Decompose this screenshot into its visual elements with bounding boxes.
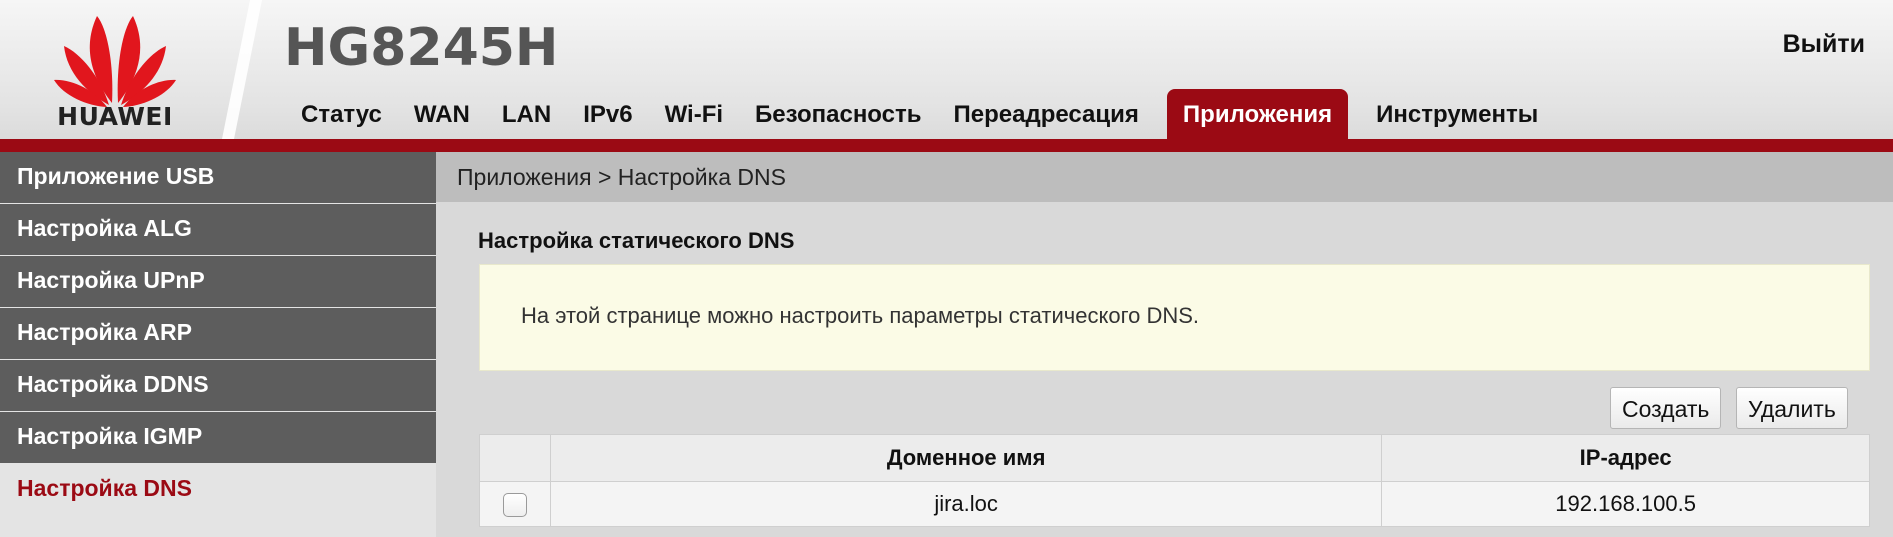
tab-forwarding[interactable]: Переадресация [938, 89, 1155, 141]
sidebar-item-igmp[interactable]: Настройка IGMP [0, 412, 436, 464]
tab-tools[interactable]: Инструменты [1360, 89, 1554, 141]
create-button[interactable]: Создать [1610, 387, 1722, 429]
tab-status[interactable]: Статус [285, 89, 398, 141]
delete-button[interactable]: Удалить [1736, 387, 1848, 429]
huawei-petals-icon [54, 16, 176, 107]
header-accent-bar [0, 139, 1893, 152]
sidebar-item-alg[interactable]: Настройка ALG [0, 204, 436, 256]
table-header-row: Доменное имя IP-адрес [479, 434, 1870, 482]
brand-name: HUAWEI [57, 102, 173, 131]
select-column-header [479, 434, 551, 482]
header-divider [222, 0, 262, 139]
domain-column-header: Доменное имя [549, 434, 1383, 482]
sidebar: Приложение USB Настройка ALG Настройка U… [0, 152, 436, 537]
breadcrumb: Приложения > Настройка DNS [436, 152, 1893, 202]
tab-wifi[interactable]: Wi-Fi [649, 89, 739, 141]
ip-cell: 192.168.100.5 [1381, 481, 1870, 527]
row-select-cell [479, 481, 551, 527]
main-nav: Статус WAN LAN IPv6 Wi-Fi Безопасность П… [285, 89, 1554, 141]
tab-security[interactable]: Безопасность [739, 89, 937, 141]
sidebar-item-arp[interactable]: Настройка ARP [0, 308, 436, 360]
dns-table: Доменное имя IP-адрес jira.loc 192.168.1… [479, 434, 1870, 527]
main-content: Приложения > Настройка DNS Настройка ста… [436, 152, 1893, 537]
huawei-logo: HUAWEI [0, 0, 230, 139]
tab-wan[interactable]: WAN [398, 89, 486, 141]
section-title: Настройка статического DNS [478, 228, 795, 253]
tab-ipv6[interactable]: IPv6 [567, 89, 648, 141]
row-checkbox[interactable] [502, 493, 527, 518]
header: HUAWEI HG8245H Выйти Статус WAN LAN IPv6… [0, 0, 1893, 152]
device-model-title: HG8245H [284, 18, 559, 78]
info-text: На этой странице можно настроить парамет… [521, 303, 1200, 328]
info-box: На этой странице можно настроить парамет… [479, 264, 1870, 371]
tab-lan[interactable]: LAN [486, 89, 567, 141]
table-row[interactable]: jira.loc 192.168.100.5 [479, 481, 1870, 527]
sidebar-item-ddns[interactable]: Настройка DDNS [0, 360, 436, 412]
logout-link[interactable]: Выйти [1783, 30, 1865, 59]
sidebar-item-upnp[interactable]: Настройка UPnP [0, 256, 436, 308]
tab-applications[interactable]: Приложения [1166, 89, 1349, 141]
domain-cell: jira.loc [549, 481, 1383, 527]
ip-column-header: IP-адрес [1381, 434, 1870, 482]
sidebar-item-usb[interactable]: Приложение USB [0, 152, 436, 204]
sidebar-item-dns[interactable]: Настройка DNS [0, 464, 436, 516]
